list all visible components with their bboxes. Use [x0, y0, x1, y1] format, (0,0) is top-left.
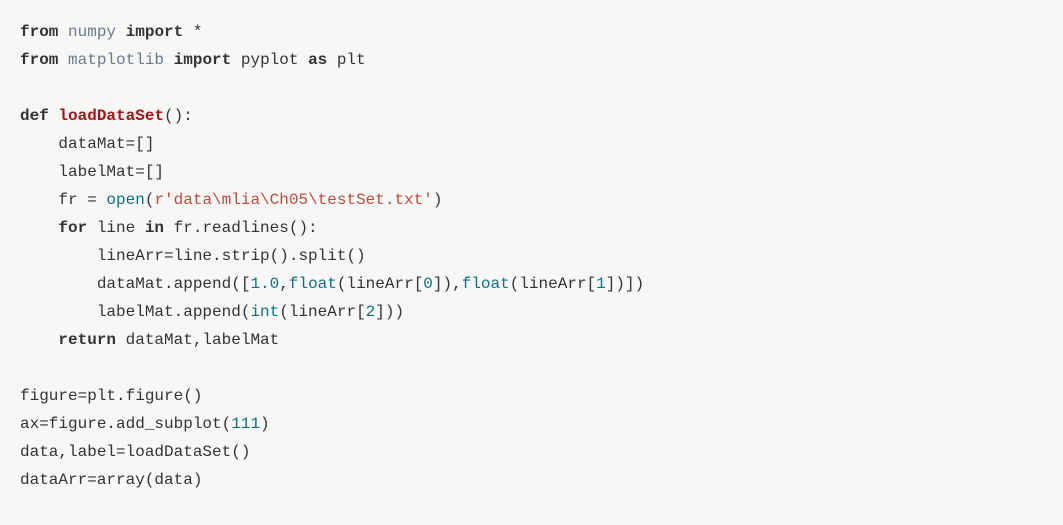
- suffix: ): [260, 415, 270, 433]
- line-8: for line in fr.readlines():: [20, 219, 318, 237]
- index: 2: [366, 303, 376, 321]
- number: 1.0: [250, 275, 279, 293]
- line-1: from numpy import *: [20, 23, 202, 41]
- line-6: labelMat=[]: [20, 163, 164, 181]
- paren: ])]): [606, 275, 644, 293]
- keyword-in: in: [145, 219, 164, 237]
- line-16: data,label=loadDataSet(): [20, 443, 250, 461]
- keyword-import: import: [126, 23, 184, 41]
- builtin-float: float: [462, 275, 510, 293]
- line-var: line: [87, 219, 145, 237]
- keyword-for: for: [58, 219, 87, 237]
- string-literal: r'data\mlia\Ch05\testSet.txt': [154, 191, 432, 209]
- index: 0: [423, 275, 433, 293]
- indent: [20, 219, 58, 237]
- line-15: ax=figure.add_subplot(111): [20, 415, 270, 433]
- number: 111: [231, 415, 260, 433]
- paren: (lineArr[: [510, 275, 596, 293]
- function-name: loadDataSet: [58, 107, 164, 125]
- line-5: dataMat=[]: [20, 135, 154, 153]
- rparen: ): [433, 191, 443, 209]
- line-11: labelMat.append(int(lineArr[2])): [20, 303, 404, 321]
- prefix: dataMat.append([: [20, 275, 250, 293]
- module-matplotlib: matplotlib: [68, 51, 164, 69]
- keyword-def: def: [20, 107, 49, 125]
- keyword-import: import: [174, 51, 232, 69]
- line-14: figure=plt.figure(): [20, 387, 202, 405]
- builtin-open: open: [106, 191, 144, 209]
- paren: ])): [375, 303, 404, 321]
- prefix: labelMat.append(: [20, 303, 250, 321]
- line-2: from matplotlib import pyplot as plt: [20, 51, 366, 69]
- line-9: lineArr=line.strip().split(): [20, 247, 366, 265]
- lparen: (: [145, 191, 155, 209]
- line-7: fr = open(r'data\mlia\Ch05\testSet.txt'): [20, 191, 443, 209]
- paren: ]),: [433, 275, 462, 293]
- code-block: from numpy import * from matplotlib impo…: [20, 18, 1043, 494]
- star: *: [193, 23, 203, 41]
- keyword-return: return: [58, 331, 116, 349]
- line-17: dataArr=array(data): [20, 471, 202, 489]
- builtin-float: float: [289, 275, 337, 293]
- keyword-from: from: [20, 23, 58, 41]
- module-numpy: numpy: [68, 23, 116, 41]
- builtin-int: int: [250, 303, 279, 321]
- keyword-from: from: [20, 51, 58, 69]
- plt: plt: [337, 51, 366, 69]
- paren: (lineArr[: [337, 275, 423, 293]
- prefix: ax=figure.add_subplot(: [20, 415, 231, 433]
- index: 1: [596, 275, 606, 293]
- line-12: return dataMat,labelMat: [20, 331, 279, 349]
- paren: (lineArr[: [279, 303, 365, 321]
- line-10: dataMat.append([1.0,float(lineArr[0]),fl…: [20, 275, 644, 293]
- comma: ,: [279, 275, 289, 293]
- line-4: def loadDataSet():: [20, 107, 193, 125]
- rest: fr.readlines():: [164, 219, 318, 237]
- pyplot: pyplot: [241, 51, 299, 69]
- indent: [20, 331, 58, 349]
- paren: ():: [164, 107, 193, 125]
- rest: dataMat,labelMat: [116, 331, 279, 349]
- keyword-as: as: [308, 51, 327, 69]
- prefix: fr =: [20, 191, 106, 209]
